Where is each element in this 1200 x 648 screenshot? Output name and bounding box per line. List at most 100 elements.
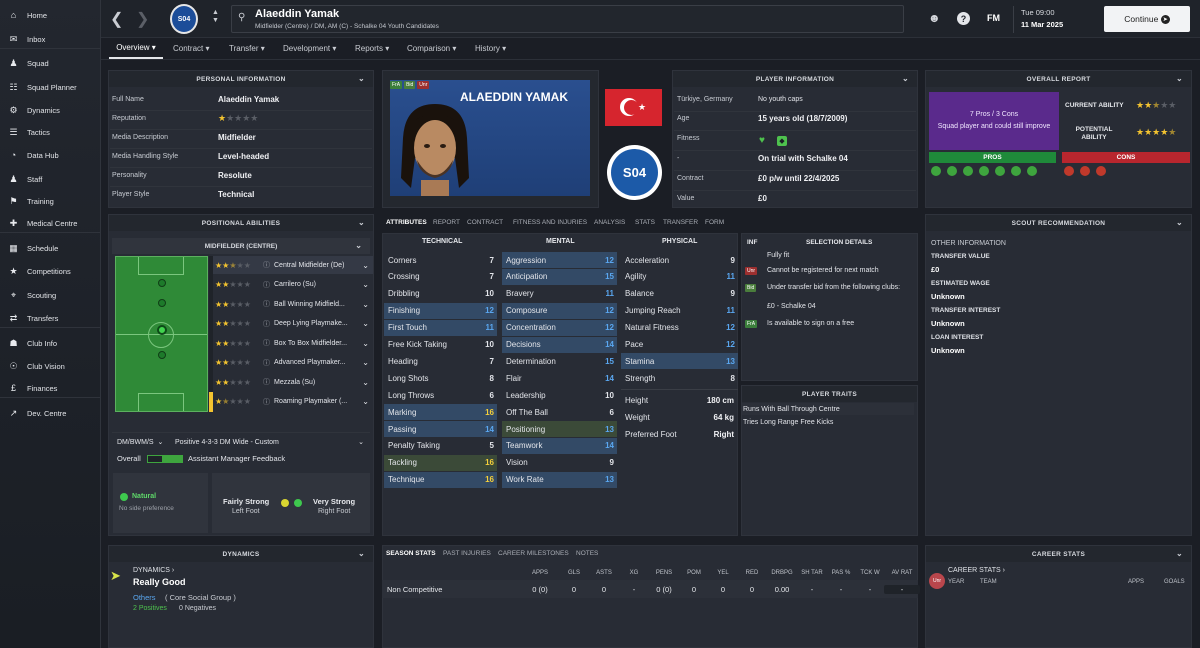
chevron-down-icon[interactable]: ⌄: [362, 339, 369, 348]
role-row[interactable]: ★★★★★ ⓘ Carrilero (Su) ⌄: [213, 276, 373, 294]
unregistered-badge[interactable]: Unr: [745, 267, 758, 275]
attribute-row[interactable]: Balance 9: [621, 286, 738, 302]
con-trait-icon[interactable]: [1096, 166, 1106, 176]
crest-dropdown-icon[interactable]: ▲ ▼: [212, 9, 219, 25]
sidebar-item-inbox[interactable]: ✉ Inbox: [0, 29, 100, 49]
attribute-row[interactable]: Teamwork 14: [502, 437, 617, 454]
con-trait-icon[interactable]: [1064, 166, 1074, 176]
search-icon[interactable]: ⚲: [238, 12, 245, 23]
attribute-row[interactable]: Dribbling 10: [384, 286, 497, 302]
attribute-row[interactable]: Strength 8: [621, 370, 738, 386]
sidebar-item-competitions[interactable]: ★ Competitions: [0, 261, 100, 281]
sidebar-item-club-vision[interactable]: ☉ Club Vision: [0, 356, 100, 376]
social-group-link[interactable]: Others: [133, 593, 156, 602]
attribute-row[interactable]: Corners 7: [384, 252, 497, 268]
stat-header[interactable]: APPS: [522, 570, 558, 576]
attribute-row[interactable]: Marking 16: [384, 404, 497, 421]
continue-button[interactable]: Continue ➤: [1104, 6, 1190, 32]
chevron-down-icon[interactable]: ⌄: [362, 319, 369, 328]
sidebar-item-tactics[interactable]: ☰ Tactics: [0, 122, 100, 142]
fm-logo[interactable]: FM: [987, 13, 1000, 23]
info-icon[interactable]: ⓘ: [263, 319, 270, 329]
attr-tab-form[interactable]: FORM: [705, 219, 724, 226]
chevron-down-icon[interactable]: ⌄: [362, 378, 369, 387]
attribute-row[interactable]: Leadership 10: [502, 387, 617, 403]
pro-trait-icon[interactable]: [979, 166, 989, 176]
pro-trait-icon[interactable]: [1011, 166, 1021, 176]
pro-trait-icon[interactable]: [931, 166, 941, 176]
sidebar-item-home[interactable]: ⌂ Home: [0, 5, 100, 25]
pro-trait-icon[interactable]: [963, 166, 973, 176]
attribute-row[interactable]: Heading 7: [384, 353, 497, 369]
attribute-row[interactable]: Agility 11: [621, 269, 738, 285]
attribute-row[interactable]: First Touch 11: [384, 319, 497, 336]
tab-overview[interactable]: Overview ▾: [109, 38, 163, 59]
season-tab-career-milestones[interactable]: CAREER MILESTONES: [498, 550, 569, 557]
chevron-down-icon[interactable]: ⌄: [902, 74, 909, 83]
attribute-row[interactable]: Positioning 13: [502, 421, 617, 437]
pro-trait-icon[interactable]: [995, 166, 1005, 176]
tab-transfer[interactable]: Transfer ▾: [229, 38, 265, 59]
help-icon[interactable]: ?: [957, 12, 970, 25]
formation-code-select[interactable]: DM/BWM/S ⌄: [117, 435, 173, 449]
sidebar-item-medical-centre[interactable]: ✚ Medical Centre: [0, 213, 100, 233]
role-row[interactable]: ★★★★★ ⓘ Box To Box Midfielder... ⌄: [213, 334, 373, 352]
role-row[interactable]: ★★★★★ ⓘ Deep Lying Playmake... ⌄: [213, 315, 373, 333]
chevron-down-icon[interactable]: ⌄: [1176, 218, 1183, 227]
chevron-down-icon[interactable]: ⌄: [358, 74, 365, 83]
info-icon[interactable]: ⓘ: [263, 280, 270, 290]
info-icon[interactable]: ⓘ: [263, 260, 270, 270]
bid-badge[interactable]: Bid: [745, 284, 757, 292]
attribute-row[interactable]: Off The Ball 6: [502, 404, 617, 420]
badge-unregistered[interactable]: Unr: [417, 81, 430, 89]
chevron-down-icon[interactable]: ⌄: [1176, 549, 1183, 558]
attr-tab-attributes[interactable]: ATTRIBUTES: [386, 219, 427, 226]
season-tab-season-stats[interactable]: SEASON STATS: [386, 550, 436, 557]
chevron-down-icon[interactable]: ⌄: [358, 549, 365, 558]
role-row[interactable]: ★★★★★ ⓘ Advanced Playmaker... ⌄: [213, 354, 373, 372]
attribute-row[interactable]: Crossing 7: [384, 269, 497, 285]
back-arrow-icon[interactable]: ❮: [110, 9, 123, 29]
free-agent-badge[interactable]: FrA: [745, 320, 758, 328]
season-tab-past-injuries[interactable]: PAST INJURIES: [443, 550, 491, 557]
attr-tab-analysis[interactable]: ANALYSIS: [594, 219, 625, 226]
report-summary[interactable]: 7 Pros / 3 Cons Squad player and could s…: [929, 92, 1059, 150]
tab-comparison[interactable]: Comparison ▾: [407, 38, 456, 59]
tab-history[interactable]: History ▾: [475, 38, 506, 59]
attribute-row[interactable]: Stamina 13: [621, 353, 738, 370]
attribute-row[interactable]: Composure 12: [502, 302, 617, 319]
attribute-row[interactable]: Flair 14: [502, 370, 617, 386]
attribute-row[interactable]: Free Kick Taking 10: [384, 337, 497, 353]
attr-tab-stats[interactable]: STATS: [635, 219, 655, 226]
sidebar-item-dynamics[interactable]: ⚙ Dynamics: [0, 100, 100, 120]
role-row[interactable]: ★★★★★ ⓘ Roaming Playmaker (... ⌄: [213, 393, 373, 411]
sidebar-item-squad-planner[interactable]: ☷ Squad Planner: [0, 77, 100, 97]
attribute-row[interactable]: Determination 15: [502, 353, 617, 369]
attribute-row[interactable]: Vision 9: [502, 455, 617, 471]
con-trait-icon[interactable]: [1080, 166, 1090, 176]
attribute-row[interactable]: Bravery 11: [502, 286, 617, 302]
attribute-row[interactable]: Passing 14: [384, 421, 497, 437]
chevron-down-icon[interactable]: ⌄: [362, 358, 369, 367]
attr-tab-transfer[interactable]: TRANSFER: [663, 219, 698, 226]
tab-contract[interactable]: Contract ▾: [173, 38, 209, 59]
attribute-row[interactable]: Anticipation 15: [502, 268, 617, 285]
tab-reports[interactable]: Reports ▾: [355, 38, 389, 59]
club-crest-large[interactable]: S04: [607, 145, 662, 200]
sidebar-item-training[interactable]: ⚑ Training: [0, 191, 100, 211]
chevron-down-icon[interactable]: ⌄: [362, 280, 369, 289]
apps-column[interactable]: APPS: [1128, 579, 1144, 585]
info-icon[interactable]: ⓘ: [263, 338, 270, 348]
trait-item[interactable]: Tries Long Range Free Kicks: [742, 416, 914, 428]
attribute-row[interactable]: Work Rate 13: [502, 471, 617, 488]
chevron-down-icon[interactable]: ⌄: [1176, 74, 1183, 83]
attribute-row[interactable]: Long Shots 8: [384, 370, 497, 386]
pro-trait-icon[interactable]: [1027, 166, 1037, 176]
role-row[interactable]: ★★★★★ ⓘ Central Midfielder (De) ⌄: [213, 256, 373, 274]
attribute-row[interactable]: Penalty Taking 5: [384, 438, 497, 454]
forward-arrow-icon[interactable]: ❯: [136, 9, 149, 29]
sidebar-item-finances[interactable]: £ Finances: [0, 378, 100, 398]
attr-tab-fitness-and-injuries[interactable]: FITNESS AND INJURIES: [513, 219, 587, 226]
sidebar-item-club-info[interactable]: ☗ Club Info: [0, 333, 100, 353]
team-column[interactable]: TEAM: [980, 579, 997, 585]
